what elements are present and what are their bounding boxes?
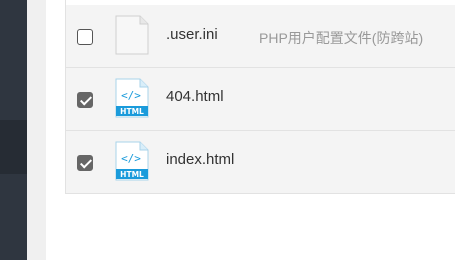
sidebar-active-item[interactable] xyxy=(0,120,27,174)
file-row[interactable]: </> HTML 404.html xyxy=(66,68,455,131)
file-name[interactable]: index.html xyxy=(166,151,234,168)
sidebar xyxy=(0,0,27,260)
row-checkbox[interactable] xyxy=(77,92,93,108)
file-name[interactable]: 404.html xyxy=(166,88,224,105)
file-row[interactable]: </> HTML index.html xyxy=(66,131,455,194)
main-content: .user.ini PHP用户配置文件(防跨站) </> HTML 404.ht… xyxy=(46,0,455,260)
file-name[interactable]: .user.ini xyxy=(166,26,218,43)
file-description: PHP用户配置文件(防跨站) xyxy=(259,30,424,46)
file-row[interactable]: .user.ini PHP用户配置文件(防跨站) xyxy=(66,5,455,68)
html-file-icon: </> HTML xyxy=(115,141,149,181)
file-list: .user.ini PHP用户配置文件(防跨站) </> HTML 404.ht… xyxy=(65,0,455,194)
svg-text:</>: </> xyxy=(121,152,141,165)
content-gutter xyxy=(27,0,46,260)
blank-file-icon xyxy=(115,15,149,55)
html-badge-label: HTML xyxy=(120,107,144,116)
html-file-icon: </> HTML xyxy=(115,78,149,118)
svg-text:</>: </> xyxy=(121,89,141,102)
row-checkbox[interactable] xyxy=(77,155,93,171)
row-checkbox[interactable] xyxy=(77,29,93,45)
html-badge-label: HTML xyxy=(120,170,144,179)
